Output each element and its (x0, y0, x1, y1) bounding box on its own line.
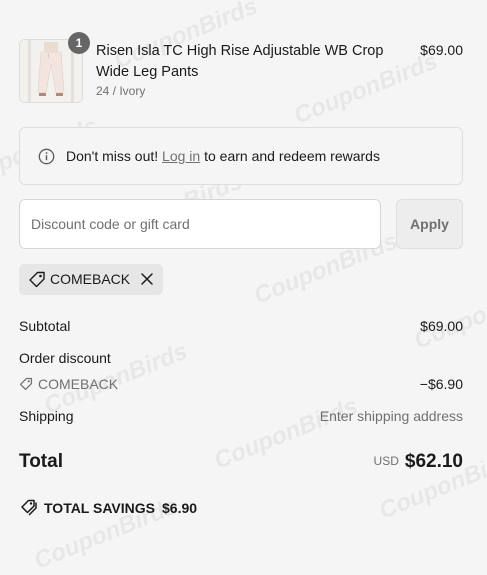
tag-icon (19, 377, 33, 394)
product-name: Risen Isla TC High Rise Adjustable WB Cr… (96, 43, 384, 80)
shipping-value: Enter shipping address (319, 408, 463, 424)
total-label: Total (19, 451, 63, 472)
currency-code: USD (373, 454, 399, 468)
rewards-banner: Don't miss out! Log in to earn and redee… (19, 127, 463, 185)
total-savings-label: TOTAL SAVINGS (44, 500, 155, 516)
rewards-suffix: to earn and redeem rewards (204, 148, 380, 164)
discount-value: −$6.90 (419, 376, 463, 392)
total-savings-value: $6.90 (162, 500, 198, 516)
applied-discount-chip: COMEBACK (19, 264, 163, 295)
product-variant: 24 / Ivory (96, 84, 146, 98)
subtotal-label: Subtotal (19, 318, 71, 334)
order-discount-label: Order discount (19, 350, 111, 366)
subtotal-value: $69.00 (420, 318, 463, 334)
discount-code-label: COMEBACK (38, 376, 119, 392)
login-link[interactable]: Log in (162, 148, 200, 164)
applied-discount-code: COMEBACK (50, 271, 131, 287)
rewards-text: Don't miss out! Log in to earn and redee… (66, 148, 380, 164)
quantity-badge: 1 (68, 32, 90, 54)
rewards-prefix: Don't miss out! (66, 148, 159, 164)
tag-icon (28, 271, 46, 293)
info-icon (38, 148, 55, 170)
apply-discount-button[interactable]: Apply (396, 199, 463, 249)
watermark: CouponBirds (410, 272, 487, 355)
total-value: $62.10 (404, 451, 463, 472)
close-icon[interactable] (140, 272, 154, 291)
product-price: $69.00 (420, 42, 463, 58)
tags-icon (19, 499, 38, 519)
cart-line-item: 1 Risen Isla TC High Rise Adjustable WB … (19, 32, 463, 103)
shipping-row: Shipping Enter shipping address (19, 408, 463, 424)
total-amount: USD $62.10 (374, 451, 463, 473)
shipping-label: Shipping (19, 408, 74, 424)
watermark: CouponBirds (210, 392, 362, 475)
discount-code-input[interactable] (19, 199, 381, 249)
order-discount-row: Order discount (19, 350, 463, 366)
subtotal-row: Subtotal $69.00 (19, 318, 463, 334)
